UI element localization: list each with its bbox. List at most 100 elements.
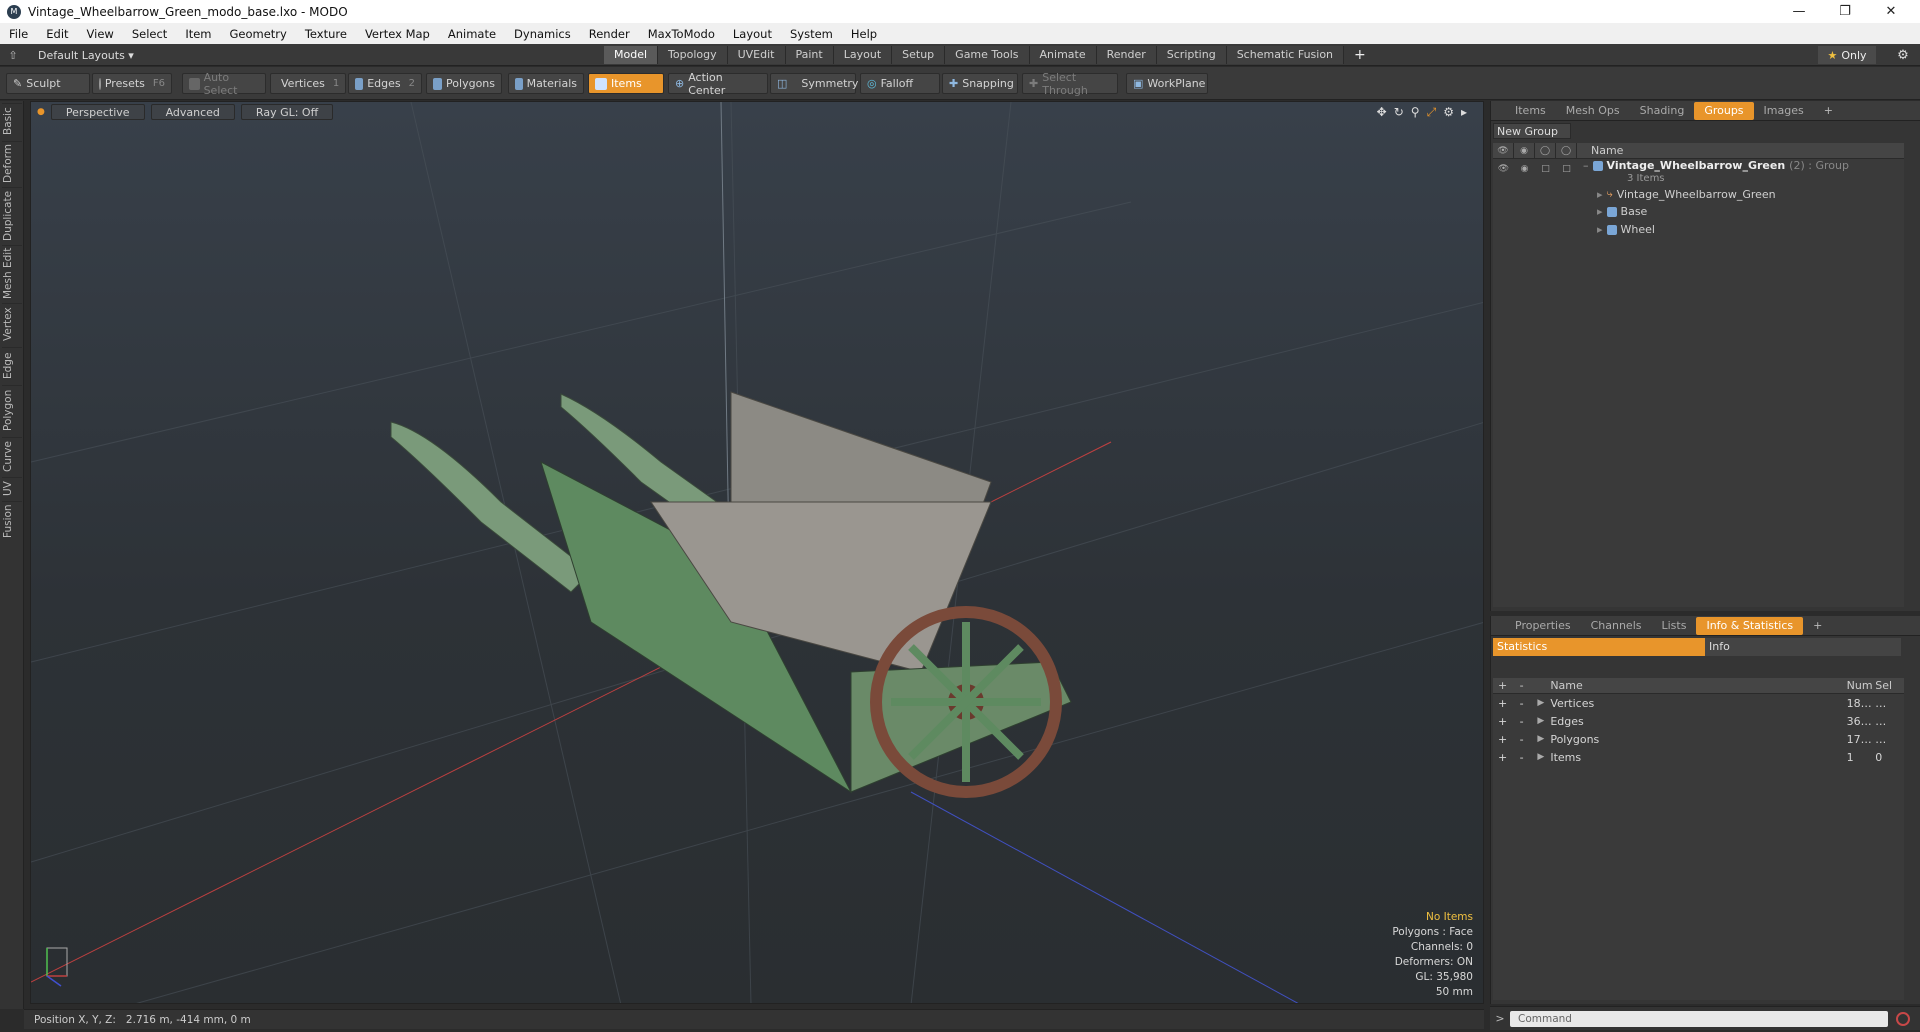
tab-edge[interactable]: Edge bbox=[2, 347, 22, 383]
add-icon[interactable]: + bbox=[1493, 697, 1512, 710]
collapse-arrow-icon[interactable]: – bbox=[1583, 159, 1589, 172]
add-tab-icon[interactable]: + bbox=[1344, 46, 1376, 64]
menu-render[interactable]: Render bbox=[580, 27, 639, 41]
menu-maxtomodo[interactable]: MaxToModo bbox=[639, 27, 724, 41]
workplane-button[interactable]: ▣ WorkPlane bbox=[1126, 73, 1208, 94]
tab-images[interactable]: Images bbox=[1754, 102, 1814, 120]
snapping-button[interactable]: ✚ Snapping bbox=[942, 73, 1018, 94]
new-group-button[interactable]: New Group bbox=[1493, 123, 1571, 139]
action-center-button[interactable]: ⊕ Action Center bbox=[668, 71, 768, 97]
menu-layout[interactable]: Layout bbox=[724, 27, 781, 41]
add-panel-tab-icon[interactable]: + bbox=[1803, 617, 1832, 635]
shading-mode-button[interactable]: Advanced bbox=[150, 104, 235, 120]
tab-model[interactable]: Model bbox=[604, 46, 659, 64]
symmetry-button[interactable]: ◫ Symmetry bbox=[770, 73, 858, 94]
tab-paint[interactable]: Paint bbox=[785, 46, 834, 64]
view-type-button[interactable]: Perspective bbox=[50, 104, 145, 120]
add-icon[interactable]: + bbox=[1493, 715, 1512, 728]
statistics-row[interactable]: + - ▶ Items 1 0 bbox=[1493, 748, 1904, 766]
add-icon[interactable]: + bbox=[1493, 733, 1512, 746]
group-visibility-icon[interactable]: 👁 bbox=[1493, 161, 1514, 177]
menu-help[interactable]: Help bbox=[842, 27, 886, 41]
expand-arrow-icon[interactable]: ▸ bbox=[1597, 223, 1603, 236]
fit-icon[interactable]: ⤢ bbox=[1427, 105, 1437, 120]
raygl-button[interactable]: Ray GL: Off bbox=[240, 104, 334, 120]
only-toggle[interactable]: ★ Only bbox=[1818, 46, 1876, 64]
menu-item[interactable]: Item bbox=[176, 27, 220, 41]
items-button[interactable]: Items bbox=[588, 73, 664, 94]
add-icon[interactable]: + bbox=[1493, 751, 1512, 764]
statistics-row[interactable]: + - ▶ Edges 36… … bbox=[1493, 712, 1904, 730]
group-child-row[interactable]: ▸ Base bbox=[1597, 205, 1647, 218]
expand-arrow-icon[interactable]: ▶ bbox=[1531, 752, 1550, 762]
auto-select-button[interactable]: Auto Select bbox=[182, 71, 266, 97]
group-child-row[interactable]: ▸ Wheel bbox=[1597, 223, 1655, 236]
viewport-expand-icon[interactable]: ▸ bbox=[1461, 105, 1467, 120]
menu-animate[interactable]: Animate bbox=[439, 27, 505, 41]
statistics-row[interactable]: + - ▶ Polygons 17… … bbox=[1493, 730, 1904, 748]
menu-select[interactable]: Select bbox=[123, 27, 176, 41]
tab-mesh-ops[interactable]: Mesh Ops bbox=[1556, 102, 1630, 120]
command-input[interactable]: Command bbox=[1510, 1010, 1888, 1027]
wheelbarrow-model[interactable] bbox=[390, 391, 1072, 798]
tab-render[interactable]: Render bbox=[1096, 46, 1157, 64]
tab-lists[interactable]: Lists bbox=[1652, 617, 1697, 635]
group-select-checkbox[interactable]: □ bbox=[1556, 161, 1577, 177]
expand-arrow-icon[interactable]: ▶ bbox=[1531, 716, 1550, 726]
tab-game-tools[interactable]: Game Tools bbox=[945, 46, 1030, 64]
expand-all-icon[interactable]: + bbox=[1493, 679, 1512, 692]
tab-vertex[interactable]: Vertex bbox=[2, 303, 22, 345]
collapse-all-icon[interactable]: - bbox=[1512, 679, 1531, 692]
viewport-settings-icon[interactable]: ⚙ bbox=[1443, 105, 1454, 120]
tab-scripting[interactable]: Scripting bbox=[1156, 46, 1227, 64]
group-render-icon[interactable]: ◉ bbox=[1514, 161, 1535, 177]
tab-mesh-edit[interactable]: Mesh Edit bbox=[2, 245, 22, 301]
statistics-row[interactable]: + - ▶ Vertices 18… … bbox=[1493, 694, 1904, 712]
tab-shading[interactable]: Shading bbox=[1630, 102, 1695, 120]
menu-vertex-map[interactable]: Vertex Map bbox=[356, 27, 439, 41]
add-panel-tab-icon[interactable]: + bbox=[1814, 102, 1843, 120]
tab-uv[interactable]: UV bbox=[2, 477, 22, 499]
tab-info-statistics[interactable]: Info & Statistics bbox=[1696, 616, 1804, 635]
tab-channels[interactable]: Channels bbox=[1581, 617, 1652, 635]
expand-arrow-icon[interactable]: ▸ bbox=[1597, 188, 1603, 201]
restore-icon[interactable]: ❐ bbox=[1822, 0, 1868, 23]
group-lock-checkbox[interactable]: □ bbox=[1535, 161, 1556, 177]
menu-texture[interactable]: Texture bbox=[296, 27, 356, 41]
tab-schematic-fusion[interactable]: Schematic Fusion bbox=[1226, 46, 1345, 64]
menu-file[interactable]: File bbox=[0, 27, 37, 41]
tab-properties[interactable]: Properties bbox=[1505, 617, 1581, 635]
group-child-row[interactable]: ▸ ⤷ Vintage_Wheelbarrow_Green bbox=[1597, 187, 1776, 201]
tab-uvedit[interactable]: UVEdit bbox=[727, 46, 786, 64]
tab-layout[interactable]: Layout bbox=[833, 46, 893, 64]
record-macro-icon[interactable] bbox=[1896, 1011, 1910, 1026]
vertices-button[interactable]: Vertices 1 bbox=[270, 73, 346, 94]
gear-icon[interactable]: ⚙ bbox=[1894, 46, 1912, 64]
remove-icon[interactable]: - bbox=[1512, 751, 1531, 764]
subtab-info[interactable]: Info bbox=[1705, 638, 1901, 656]
expand-arrow-icon[interactable]: ▸ bbox=[1597, 205, 1603, 218]
minimize-icon[interactable]: — bbox=[1776, 0, 1822, 23]
rotate-icon[interactable]: ↻ bbox=[1394, 105, 1404, 120]
menu-system[interactable]: System bbox=[781, 27, 842, 41]
menu-edit[interactable]: Edit bbox=[37, 27, 77, 41]
polygons-button[interactable]: Polygons bbox=[426, 73, 502, 94]
tab-curve[interactable]: Curve bbox=[2, 437, 22, 475]
3d-viewport[interactable]: ● Perspective Advanced Ray GL: Off ✥ ↻ ⚲… bbox=[30, 101, 1484, 1004]
sculpt-button[interactable]: ✎ Sculpt bbox=[6, 73, 90, 94]
tab-basic[interactable]: Basic bbox=[2, 103, 22, 139]
viewport-menu-icon[interactable]: ● bbox=[37, 107, 45, 117]
subtab-statistics[interactable]: Statistics bbox=[1493, 638, 1705, 656]
expand-arrow-icon[interactable]: ▶ bbox=[1531, 734, 1550, 744]
tab-deform[interactable]: Deform bbox=[2, 141, 22, 185]
expand-arrow-icon[interactable]: ▶ bbox=[1531, 698, 1550, 708]
tab-animate[interactable]: Animate bbox=[1029, 46, 1097, 64]
pan-icon[interactable]: ✥ bbox=[1377, 105, 1387, 120]
layouts-selector[interactable]: ⇧ Default Layouts ▾ bbox=[0, 44, 133, 66]
menu-geometry[interactable]: Geometry bbox=[221, 27, 296, 41]
falloff-button[interactable]: ◎ Falloff bbox=[860, 73, 940, 94]
menu-dynamics[interactable]: Dynamics bbox=[505, 27, 580, 41]
group-row[interactable]: – Vintage_Wheelbarrow_Green (2) : Group bbox=[1583, 159, 1849, 172]
remove-icon[interactable]: - bbox=[1512, 733, 1531, 746]
tab-duplicate[interactable]: Duplicate bbox=[2, 187, 22, 243]
